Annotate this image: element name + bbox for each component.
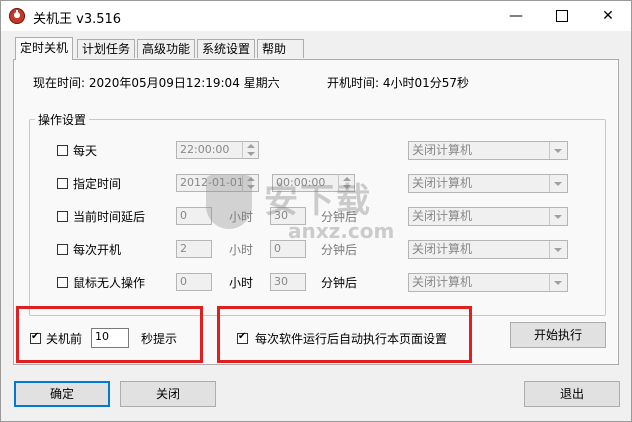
- tab-advanced[interactable]: 高级功能: [137, 39, 196, 58]
- autorun-label: 每次软件运行后自动执行本页面设置: [255, 332, 448, 346]
- daily-time-spinner[interactable]: [242, 141, 258, 159]
- specified-action-select[interactable]: 关闭计算机: [408, 174, 568, 193]
- specified-time-label: 指定时间: [73, 177, 122, 191]
- prompt-seconds-input[interactable]: 10: [91, 328, 129, 348]
- on-boot-minutes-field[interactable]: 0: [270, 240, 306, 258]
- ok-button[interactable]: 确定: [14, 381, 110, 407]
- specified-time-checkbox[interactable]: [57, 178, 68, 189]
- prompt-label-before: 关机前: [46, 332, 83, 346]
- operation-settings-title: 操作设置: [35, 111, 90, 128]
- maximize-button[interactable]: [539, 1, 585, 31]
- autorun-checkbox[interactable]: [237, 331, 248, 344]
- on-boot-action-select[interactable]: 关闭计算机: [408, 240, 568, 259]
- chevron-down-icon: [549, 142, 567, 159]
- specified-date-spinner[interactable]: [242, 174, 258, 192]
- delay-minutes-field[interactable]: 30: [270, 207, 306, 225]
- chevron-down-icon: [549, 274, 567, 291]
- tab-scheduled-tasks[interactable]: 计划任务: [77, 39, 136, 58]
- on-boot-label: 每次开机: [73, 243, 122, 257]
- idle-mouse-checkbox[interactable]: [57, 277, 68, 288]
- delay-hours-field[interactable]: 0: [176, 207, 212, 225]
- power-app-icon: [9, 8, 25, 24]
- title-bar: 关机王 v3.516 — ✕: [1, 1, 631, 31]
- uptime-text: 开机时间: 4小时01分57秒: [327, 76, 470, 90]
- exit-button[interactable]: 退出: [524, 381, 620, 407]
- specified-time-spinner[interactable]: [338, 174, 354, 192]
- delay-minutes-unit: 分钟后: [321, 210, 358, 224]
- delay-action-select[interactable]: 关闭计算机: [408, 207, 568, 226]
- on-boot-checkbox[interactable]: [57, 244, 68, 255]
- idle-mouse-label: 鼠标无人操作: [73, 276, 146, 290]
- app-window: 关机王 v3.516 — ✕ 定时关机 计划任务 高级功能 系统设置 帮助 现在…: [0, 0, 632, 422]
- tab-help[interactable]: 帮助: [257, 39, 304, 58]
- idle-action-select[interactable]: 关闭计算机: [408, 273, 568, 292]
- start-button[interactable]: 开始执行: [510, 322, 606, 348]
- prompt-checkbox[interactable]: [30, 331, 41, 344]
- on-boot-minutes-unit: 分钟后: [321, 243, 358, 257]
- idle-minutes-unit: 分钟后: [321, 276, 358, 290]
- on-boot-hours-unit: 小时: [229, 243, 254, 257]
- tab-system-settings[interactable]: 系统设置: [197, 39, 256, 58]
- chevron-down-icon: [549, 241, 567, 258]
- delay-action-value: 关闭计算机: [412, 209, 473, 223]
- delay-hours-unit: 小时: [229, 210, 254, 224]
- specified-action-value: 关闭计算机: [412, 176, 473, 190]
- on-boot-hours-field[interactable]: 2: [176, 240, 212, 258]
- delay-checkbox[interactable]: [57, 211, 68, 222]
- daily-action-value: 关闭计算机: [412, 143, 473, 157]
- window-title: 关机王 v3.516: [33, 12, 122, 27]
- chevron-down-icon: [549, 175, 567, 192]
- maximize-icon: [556, 10, 568, 22]
- on-boot-action-value: 关闭计算机: [412, 242, 473, 256]
- prompt-label-after: 秒提示: [141, 332, 178, 346]
- idle-hours-unit: 小时: [229, 276, 254, 290]
- daily-label: 每天: [73, 144, 98, 158]
- current-time-text: 现在时间: 2020年05月09日12:19:04 星期六: [33, 76, 280, 90]
- delay-label: 当前时间延后: [73, 210, 146, 224]
- daily-action-select[interactable]: 关闭计算机: [408, 141, 568, 160]
- tab-timed-shutdown[interactable]: 定时关机: [15, 37, 74, 60]
- minimize-button[interactable]: —: [493, 1, 539, 31]
- idle-hours-field[interactable]: 0: [176, 273, 212, 291]
- close-button[interactable]: 关闭: [120, 381, 216, 407]
- close-window-button[interactable]: ✕: [585, 1, 631, 31]
- daily-checkbox[interactable]: [57, 145, 68, 156]
- chevron-down-icon: [549, 208, 567, 225]
- idle-action-value: 关闭计算机: [412, 275, 473, 289]
- idle-minutes-field[interactable]: 30: [270, 273, 306, 291]
